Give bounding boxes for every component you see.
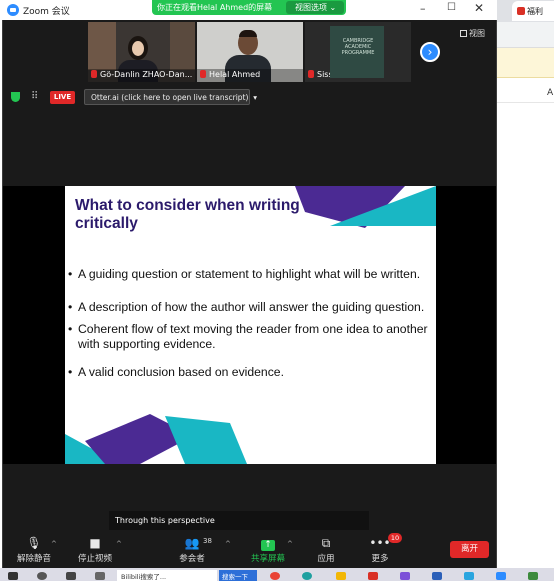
bullet-text: A guiding question or statement to highl… xyxy=(78,267,421,281)
share-up-arrow-icon: ↑ xyxy=(248,536,288,551)
live-caption: Through this perspective xyxy=(109,511,369,531)
otter-label: Otter.ai (click here to open live transc… xyxy=(91,93,249,102)
widgets-icon[interactable] xyxy=(95,572,105,580)
shield-icon[interactable] xyxy=(11,92,20,102)
view-button[interactable]: 视图 xyxy=(460,28,485,39)
background-banner xyxy=(497,48,554,78)
maximize-button[interactable]: ☐ xyxy=(447,2,456,13)
book-cover-text: CAMBRIDGE ACADEMIC PROGRAMME xyxy=(341,38,375,56)
start-icon[interactable] xyxy=(8,572,18,580)
grid-view-icon xyxy=(460,30,467,37)
participant-count: 38 xyxy=(203,537,212,545)
live-badge[interactable]: LIVE xyxy=(50,91,75,104)
bullet-dot-icon: • xyxy=(68,322,73,336)
grid-icon[interactable]: ⠿ xyxy=(31,91,38,102)
zoom-logo-icon xyxy=(7,4,19,16)
search-icon[interactable] xyxy=(37,572,47,580)
bullet-text: Coherent flow of text moving the reader … xyxy=(78,322,428,336)
app-purple-icon[interactable] xyxy=(400,572,410,580)
unmute-label: 解除静音 xyxy=(16,554,51,564)
video-icon: ■ xyxy=(89,536,101,550)
bullet-dot-icon: • xyxy=(68,267,73,281)
task-view-icon[interactable] xyxy=(66,572,76,580)
folder-icon[interactable] xyxy=(336,572,346,580)
share-options-caret[interactable]: ^ xyxy=(287,540,293,548)
bookshelf-decoration xyxy=(88,22,116,70)
minimize-button[interactable]: – xyxy=(420,2,426,15)
participant-hair xyxy=(239,30,257,37)
participants-label: 参会者 xyxy=(179,554,205,564)
video-options-caret[interactable]: ^ xyxy=(116,540,122,548)
participant-namebar: Helal Ahmed xyxy=(197,69,303,82)
taskbar-search-button[interactable]: 搜索一下 xyxy=(219,570,257,581)
view-options-label: 视图选项 xyxy=(295,3,327,12)
stop-video-button[interactable]: ■ 停止视频 xyxy=(74,536,116,564)
slide-title: What to consider when writing critically xyxy=(75,197,300,232)
mic-muted-icon xyxy=(308,70,314,78)
bullet-dot-icon: • xyxy=(68,300,73,314)
edge-icon[interactable] xyxy=(302,572,312,580)
participant-name: Gö-Danlin ZHAO-Dan... xyxy=(100,70,193,79)
participant-face xyxy=(132,41,144,56)
share-screen-button[interactable]: ↑ 共享屏幕 xyxy=(248,536,288,564)
bullet-text: A valid conclusion based on evidence. xyxy=(78,365,284,379)
participant-namebar: Gö-Danlin ZHAO-Dan... xyxy=(88,69,195,82)
mic-off-icon: 🎙 xyxy=(26,536,42,550)
apps-button[interactable]: ⧉ 应用 xyxy=(312,536,340,564)
background-divider xyxy=(497,102,554,103)
next-page-button[interactable]: › xyxy=(420,42,440,62)
unmute-button[interactable]: 🎙 解除静音 xyxy=(14,536,54,564)
view-label: 视图 xyxy=(469,29,485,38)
mic-muted-icon xyxy=(91,70,97,78)
bullet-text-continuation: with supporting evidence. xyxy=(78,337,216,351)
word-icon[interactable] xyxy=(432,572,442,580)
share-notice-text: 你正在观看Helal Ahmed的屏幕 xyxy=(157,3,273,12)
slide-bullet: • A description of how the author will an… xyxy=(68,300,424,315)
taskbar-search-input[interactable]: Bilibili搜索了... xyxy=(117,570,217,581)
share-screen-label: 共享屏幕 xyxy=(250,554,285,564)
stop-video-label: 停止视频 xyxy=(77,554,112,564)
teal-bottom-shape xyxy=(165,416,247,464)
chevron-right-icon: › xyxy=(427,45,433,59)
chevron-down-icon: ⌄ xyxy=(329,3,337,12)
audio-options-caret[interactable]: ^ xyxy=(51,540,57,548)
otter-transcript-button[interactable]: Otter.ai (click here to open live transc… xyxy=(84,89,257,105)
app-red-icon[interactable] xyxy=(368,572,378,580)
more-badge: 10 xyxy=(388,533,402,543)
leave-button[interactable]: 离开 xyxy=(450,541,489,558)
zoom-taskbar-icon[interactable] xyxy=(496,572,506,580)
background-tab[interactable]: 福利 xyxy=(512,1,554,21)
presentation-slide: What to consider when writing critically… xyxy=(65,186,436,464)
participant-tile[interactable]: Helal Ahmed xyxy=(197,22,303,82)
app-blue-icon[interactable] xyxy=(464,572,474,580)
background-app xyxy=(497,0,554,581)
chevron-down-icon: ▾ xyxy=(253,93,257,102)
bullet-dot-icon: • xyxy=(68,365,73,379)
participant-tile[interactable]: Gö-Danlin ZHAO-Dan... xyxy=(88,22,195,82)
background-toolbar xyxy=(497,22,554,48)
app-green-icon[interactable] xyxy=(528,572,538,580)
close-button[interactable]: ✕ xyxy=(474,1,484,15)
apps-icon: ⧉ xyxy=(321,536,331,550)
slide-bullet: • A guiding question or statement to high… xyxy=(68,267,420,282)
participants-options-caret[interactable]: ^ xyxy=(225,540,231,548)
background-side-letter: A xyxy=(547,88,554,98)
mic-muted-icon xyxy=(200,70,206,78)
tab-favicon-icon xyxy=(517,7,525,15)
background-tab-label: 福利 xyxy=(527,7,543,16)
slide-bullet: • A valid conclusion based on evidence. xyxy=(68,365,284,380)
bookshelf-decoration xyxy=(170,22,195,70)
chrome-icon[interactable] xyxy=(270,572,280,580)
slide-bullet: • Coherent flow of text moving the reader… xyxy=(68,322,434,352)
apps-label: 应用 xyxy=(317,554,335,564)
bullet-text: A description of how the author will ans… xyxy=(78,300,425,314)
view-options-button[interactable]: 视图选项 ⌄ xyxy=(286,1,344,14)
more-label: 更多 xyxy=(371,554,389,564)
window-title: Zoom 会议 xyxy=(23,7,70,17)
participant-name: Helal Ahmed xyxy=(209,70,261,79)
